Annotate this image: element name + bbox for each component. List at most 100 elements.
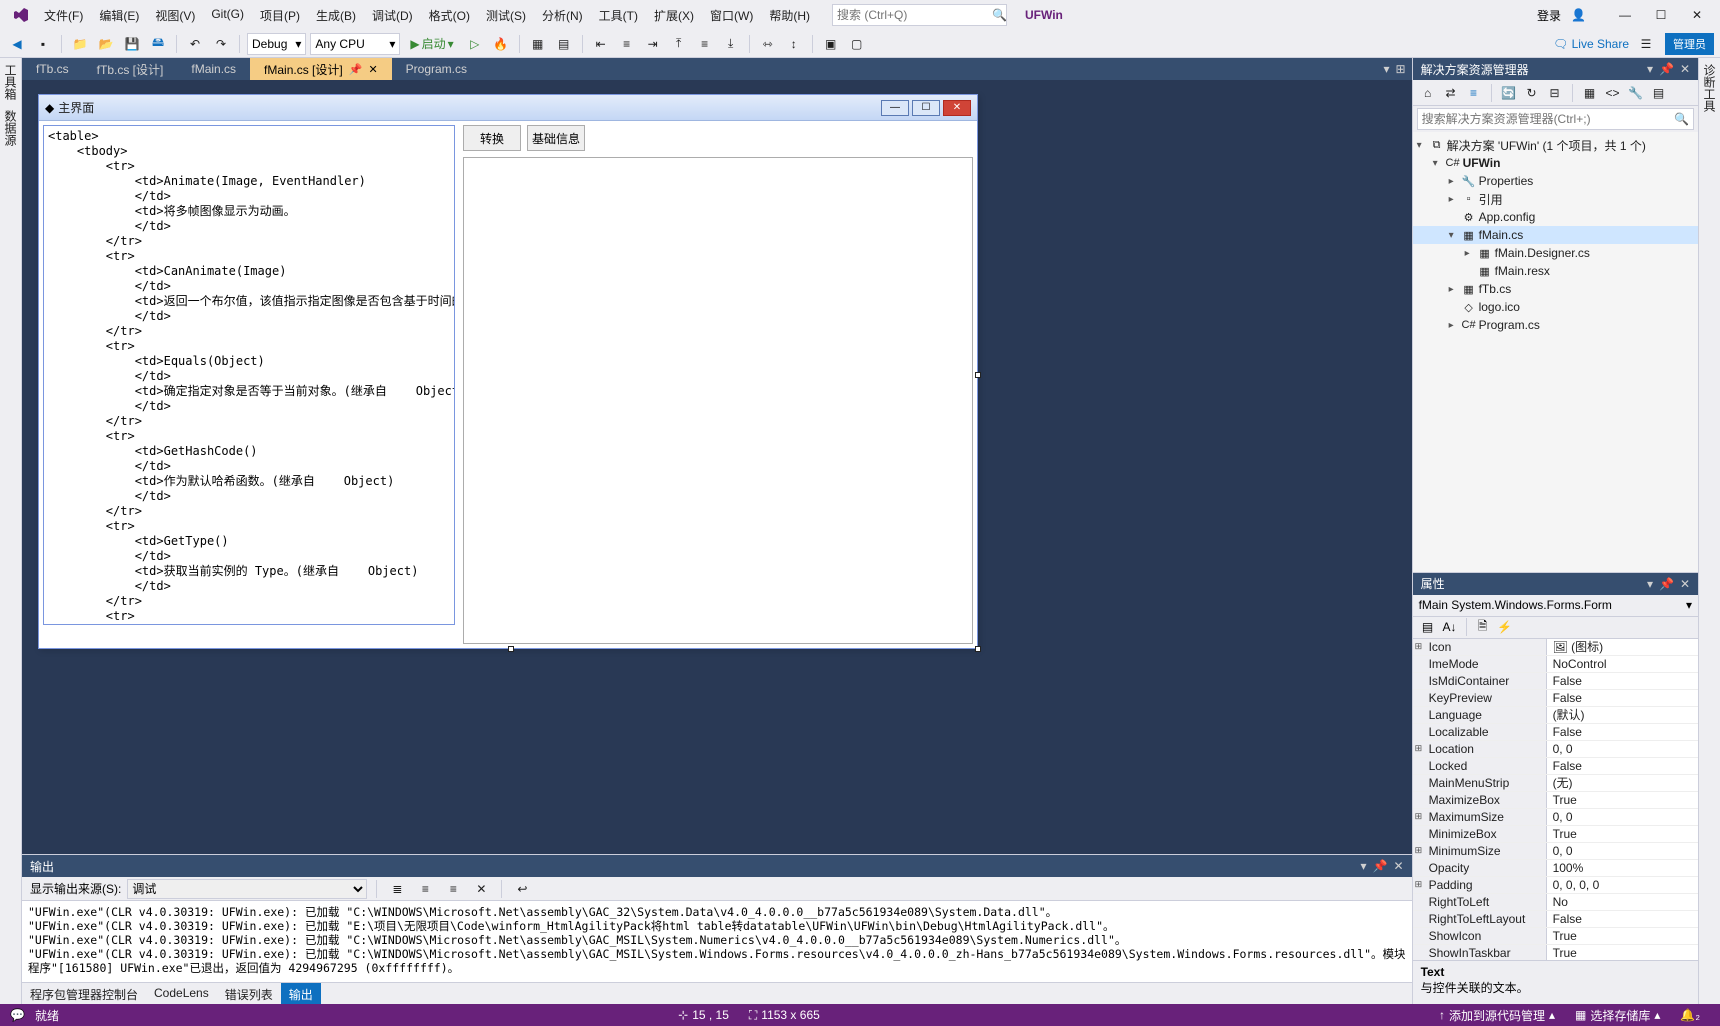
output-text[interactable]: "UFWin.exe"(CLR v4.0.30319: UFWin.exe): …	[22, 901, 1412, 982]
save-all-icon[interactable]: 🖴	[147, 33, 169, 55]
props-dropdown-icon[interactable]: ▾	[1647, 577, 1653, 591]
output-tab[interactable]: CodeLens	[146, 983, 217, 1004]
live-share-button[interactable]: 🗨 Live Share	[1547, 37, 1635, 51]
tabwell-more-icon[interactable]: ⊞	[1396, 62, 1406, 76]
property-row[interactable]: KeyPreviewFalse	[1413, 690, 1698, 707]
sx-filter-icon[interactable]: ≡	[1465, 84, 1483, 102]
document-tab[interactable]: fMain.cs [设计]📌✕	[250, 58, 392, 80]
property-row[interactable]: LockedFalse	[1413, 758, 1698, 775]
menu-item[interactable]: 测试(S)	[478, 3, 534, 28]
align-bottom-icon[interactable]: ⤓	[720, 33, 742, 55]
sx-close-icon[interactable]: ✕	[1680, 62, 1690, 76]
menu-item[interactable]: 分析(N)	[534, 3, 591, 28]
align-center-icon[interactable]: ≡	[616, 33, 638, 55]
menu-item[interactable]: 扩展(X)	[646, 3, 702, 28]
convert-button[interactable]: 转换	[463, 125, 521, 151]
tree-item[interactable]: ▸▫引用	[1413, 190, 1698, 208]
output-source-combo[interactable]: 调试	[127, 879, 367, 899]
sx-code-icon[interactable]: <>	[1604, 84, 1622, 102]
start-button[interactable]: ▶ 启动 ▾	[404, 33, 459, 55]
layout-grid-icon[interactable]: ▦	[527, 33, 549, 55]
document-tab[interactable]: fMain.cs	[177, 58, 250, 80]
property-row[interactable]: MinimizeBoxTrue	[1413, 826, 1698, 843]
tree-item[interactable]: ▸C#Program.cs	[1413, 316, 1698, 334]
output-wrap-icon[interactable]: ↩	[511, 878, 533, 900]
align-middle-icon[interactable]: ≡	[694, 33, 716, 55]
diagnostics-tab[interactable]: 诊断工具	[1702, 64, 1716, 112]
tree-item[interactable]: ▸🔧Properties	[1413, 172, 1698, 190]
property-row[interactable]: MinimumSize0, 0	[1413, 843, 1698, 860]
output-pin-icon[interactable]: 📌	[1373, 859, 1388, 873]
minimize-button[interactable]: —	[1608, 3, 1642, 27]
sx-collapse-icon[interactable]: ⊟	[1546, 84, 1564, 102]
output-tab[interactable]: 输出	[281, 983, 321, 1004]
sx-refresh-icon[interactable]: ↻	[1523, 84, 1541, 102]
tab-order-icon[interactable]: ▤	[553, 33, 575, 55]
align-right-icon[interactable]: ⇥	[642, 33, 664, 55]
output-tab[interactable]: 程序包管理器控制台	[22, 983, 146, 1004]
hspace-icon[interactable]: ⇿	[757, 33, 779, 55]
property-row[interactable]: RightToLeftNo	[1413, 894, 1698, 911]
textbox-control[interactable]: <table> <tbody> <tr> <td>Animate(Image, …	[43, 125, 455, 625]
panel-control[interactable]	[463, 157, 973, 644]
property-row[interactable]: IsMdiContainerFalse	[1413, 673, 1698, 690]
output-find-icon[interactable]: ≣	[386, 878, 408, 900]
align-top-icon[interactable]: ⤒	[668, 33, 690, 55]
menu-item[interactable]: 窗口(W)	[702, 3, 761, 28]
property-row[interactable]: MaximumSize0, 0	[1413, 809, 1698, 826]
status-add-source[interactable]: ↑ 添加到源代码管理 ▴	[1429, 1007, 1565, 1024]
output-tab[interactable]: 错误列表	[217, 983, 281, 1004]
sx-switch-icon[interactable]: ⇄	[1442, 84, 1460, 102]
property-row[interactable]: Opacity100%	[1413, 860, 1698, 877]
start-without-debug-icon[interactable]: ▷	[464, 33, 486, 55]
sx-dropdown-icon[interactable]: ▾	[1647, 62, 1653, 76]
open-file-icon[interactable]: 📂	[95, 33, 117, 55]
tree-item[interactable]: ◇logo.ico	[1413, 298, 1698, 316]
document-tab[interactable]: fTb.cs [设计]	[83, 58, 178, 80]
global-search[interactable]: 🔍	[832, 4, 1007, 26]
output-prev-icon[interactable]: ≡	[414, 878, 436, 900]
props-prop-icon[interactable]: 🗎	[1474, 618, 1492, 636]
menu-item[interactable]: 项目(P)	[252, 3, 308, 28]
align-left-icon[interactable]: ⇤	[590, 33, 612, 55]
sx-search[interactable]: 🔍	[1417, 108, 1694, 130]
status-notifications-icon[interactable]: 🔔₂	[1670, 1008, 1710, 1022]
tree-item[interactable]: ⚙App.config	[1413, 208, 1698, 226]
redo-icon[interactable]: ↷	[210, 33, 232, 55]
menu-item[interactable]: 格式(O)	[421, 3, 478, 28]
solution-root[interactable]: ▾⧉解决方案 'UFWin' (1 个项目，共 1 个)	[1413, 136, 1698, 154]
property-row[interactable]: ImeModeNoControl	[1413, 656, 1698, 673]
status-chat-icon[interactable]: 💬	[10, 1008, 25, 1022]
sx-showall-icon[interactable]: ▦	[1581, 84, 1599, 102]
menu-item[interactable]: 工具(T)	[591, 3, 646, 28]
config-combo[interactable]: Debug▾	[247, 33, 306, 55]
props-categorized-icon[interactable]: ▤	[1419, 618, 1437, 636]
undo-icon[interactable]: ↶	[184, 33, 206, 55]
sx-preview-icon[interactable]: ▤	[1650, 84, 1668, 102]
bring-front-icon[interactable]: ▣	[820, 33, 842, 55]
document-tab[interactable]: fTb.cs	[22, 58, 83, 80]
sx-sync-icon[interactable]: 🔄	[1500, 84, 1518, 102]
props-pin-icon[interactable]: 📌	[1659, 577, 1674, 591]
property-row[interactable]: ShowIconTrue	[1413, 928, 1698, 945]
vspace-icon[interactable]: ↕	[783, 33, 805, 55]
menu-item[interactable]: 视图(V)	[147, 3, 203, 28]
nav-fwd-icon[interactable]: ▪	[32, 33, 54, 55]
close-button[interactable]: ✕	[1680, 3, 1714, 27]
sx-pin-icon[interactable]: 📌	[1659, 62, 1674, 76]
menu-item[interactable]: 文件(F)	[36, 3, 91, 28]
basicinfo-button[interactable]: 基础信息	[527, 125, 585, 151]
nav-back-icon[interactable]: ◀	[6, 33, 28, 55]
property-row[interactable]: MainMenuStrip(无)	[1413, 775, 1698, 792]
props-events-icon[interactable]: ⚡	[1496, 618, 1514, 636]
feedback-icon[interactable]: ☰	[1635, 33, 1657, 55]
global-search-input[interactable]	[837, 8, 992, 22]
send-back-icon[interactable]: ▢	[846, 33, 868, 55]
new-project-icon[interactable]: 📁	[69, 33, 91, 55]
document-tab[interactable]: Program.cs	[392, 58, 481, 80]
login-link[interactable]: 登录	[1537, 7, 1561, 24]
status-select-repo[interactable]: ▦ 选择存储库 ▴	[1565, 1007, 1670, 1024]
property-row[interactable]: ShowInTaskbarTrue	[1413, 945, 1698, 961]
output-clear-icon[interactable]: ✕	[470, 878, 492, 900]
props-alpha-icon[interactable]: A↓	[1441, 618, 1459, 636]
